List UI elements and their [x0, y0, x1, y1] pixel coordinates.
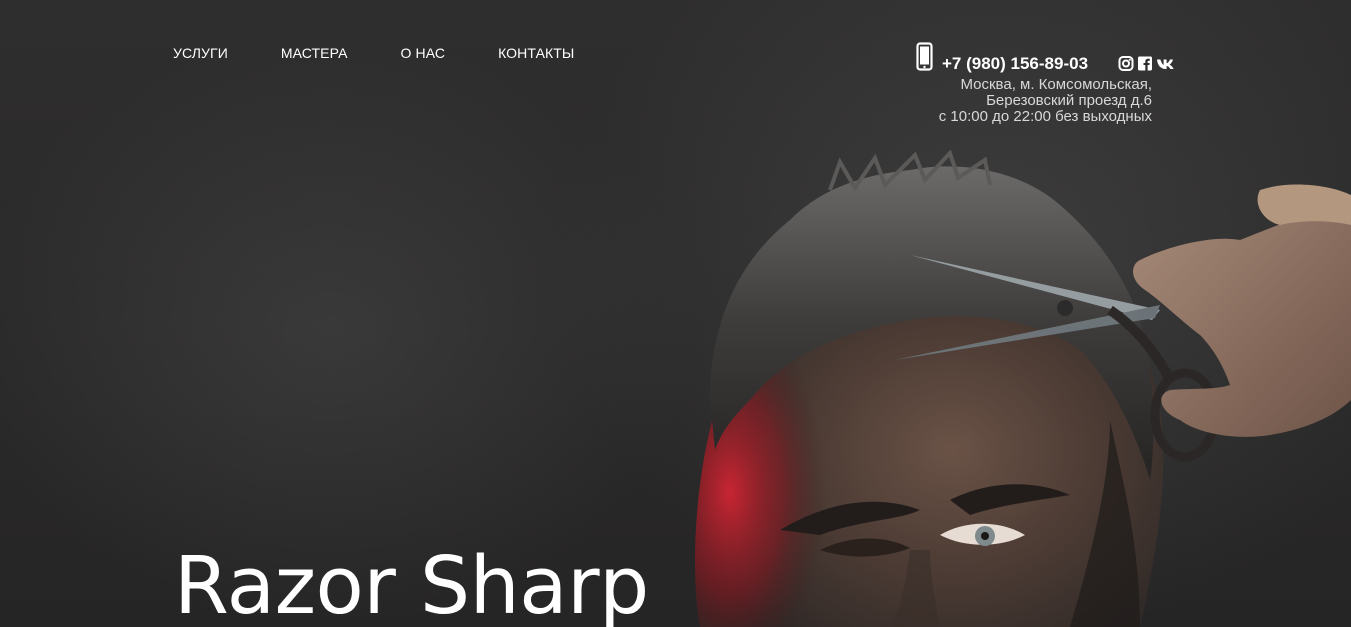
hero-photo-barber-haircut [695, 150, 1351, 627]
smartphone-icon [916, 42, 933, 71]
facebook-icon[interactable] [1137, 55, 1153, 72]
address-block: Москва, м. Комсомольская, Березовский пр… [939, 77, 1152, 125]
address-line-1: Москва, м. Комсомольская, [960, 76, 1152, 93]
main-nav: УСЛУГИ МАСТЕРА О НАС КОНТАКТЫ [173, 44, 627, 62]
nav-link-about[interactable]: О НАС [401, 44, 446, 62]
hero-title: Razor Sharp [174, 540, 649, 627]
contact-block: +7 (980) 156-89-03 Москва, м. Комсомольс… [900, 42, 1185, 132]
phone-number-link[interactable]: +7 (980) 156-89-03 [942, 54, 1088, 74]
nav-link-masters[interactable]: МАСТЕРА [281, 44, 348, 62]
nav-link-services[interactable]: УСЛУГИ [173, 44, 228, 62]
address-line-2: Березовский проезд д.6 [986, 92, 1152, 109]
working-hours: с 10:00 до 22:00 без выходных [938, 108, 1152, 125]
nav-link-contacts[interactable]: КОНТАКТЫ [498, 44, 574, 62]
social-links [1118, 55, 1178, 72]
hero-section: УСЛУГИ МАСТЕРА О НАС КОНТАКТЫ +7 (980) 1… [0, 0, 1351, 627]
vk-icon[interactable] [1156, 55, 1178, 72]
instagram-icon[interactable] [1118, 55, 1134, 72]
